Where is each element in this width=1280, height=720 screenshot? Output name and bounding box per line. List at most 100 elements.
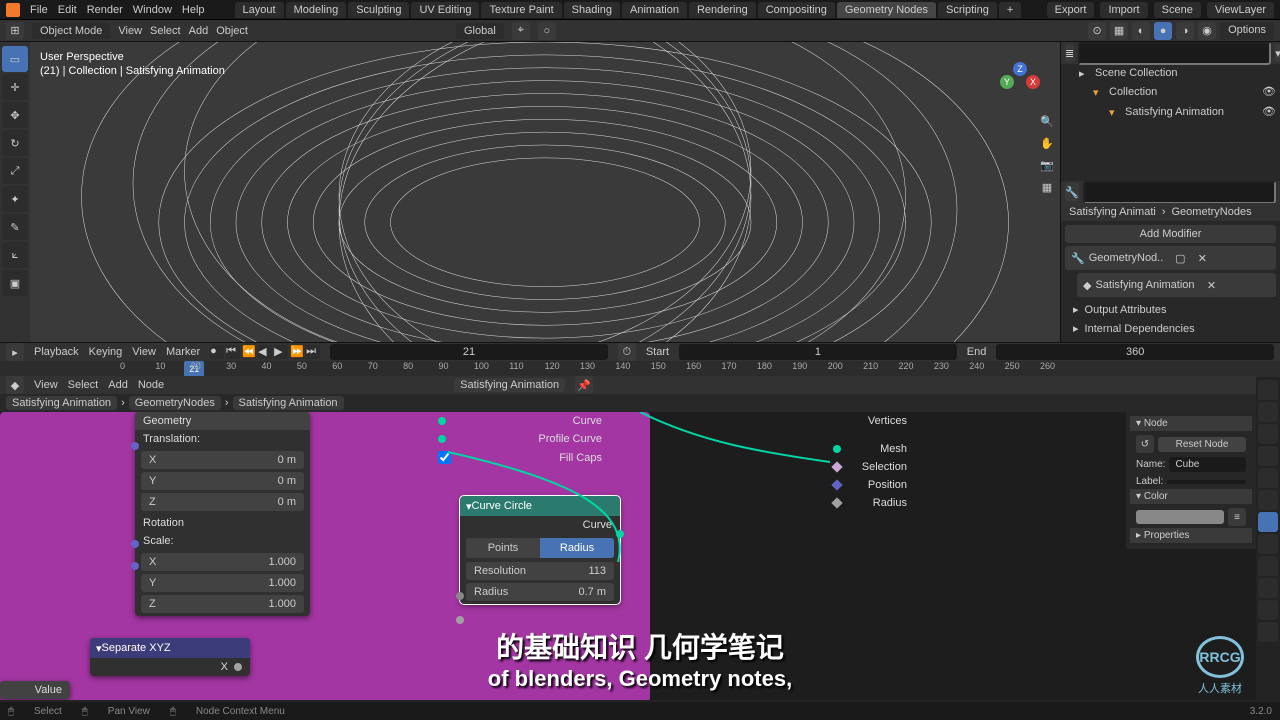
pin-icon[interactable]: 📌 <box>575 376 593 394</box>
ws-texpaint[interactable]: Texture Paint <box>481 2 561 18</box>
node-value[interactable]: Value <box>0 681 70 699</box>
zoom-icon[interactable]: 🔍 <box>1038 112 1056 130</box>
ws-animation[interactable]: Animation <box>622 2 687 18</box>
add-modifier-button[interactable]: Add Modifier <box>1065 225 1276 243</box>
outliner-collection[interactable]: ▾ Collection 👁 <box>1061 82 1280 102</box>
editor-type-icon[interactable]: ⊞ <box>6 22 24 40</box>
menu-help[interactable]: Help <box>182 4 205 16</box>
translation-x-field[interactable]: X0 m <box>141 451 304 469</box>
ne-nodegroup-field[interactable]: Satisfying Animation <box>454 378 565 392</box>
node-name-field[interactable]: Cube <box>1169 457 1246 472</box>
socket-translation[interactable] <box>131 442 139 450</box>
socket-radius-in[interactable] <box>831 497 842 508</box>
fill-caps-checkbox[interactable] <box>438 451 451 464</box>
socket-curve-out[interactable] <box>616 530 624 538</box>
end-frame-field[interactable]: 360 <box>996 344 1274 360</box>
outliner-scene-collection[interactable]: ▸ Scene Collection <box>1061 64 1280 82</box>
ne-crumb-2[interactable]: Satisfying Animation <box>233 396 344 410</box>
tool-measure[interactable]: ⟀ <box>2 242 28 268</box>
translation-z-field[interactable]: Z0 m <box>141 493 304 511</box>
shading-solid-icon[interactable]: ● <box>1154 22 1172 40</box>
breadcrumb-object[interactable]: Satisfying Animati <box>1069 206 1156 218</box>
ne-menu-view[interactable]: View <box>34 379 58 391</box>
ws-modeling[interactable]: Modeling <box>286 2 347 18</box>
tool-add-cube[interactable]: ▣ <box>2 270 28 296</box>
start-frame-field[interactable]: 1 <box>679 344 957 360</box>
ws-geonodes[interactable]: Geometry Nodes <box>837 2 936 18</box>
tool-rotate[interactable]: ↻ <box>2 130 28 156</box>
prop-tab-render[interactable] <box>1258 380 1278 400</box>
play-icon[interactable]: ▶ <box>274 345 288 359</box>
node-label-field[interactable] <box>1167 480 1246 484</box>
node-separate-xyz[interactable]: ▾Separate XYZ X <box>90 638 250 676</box>
modifier-nodegroup[interactable]: ◆ Satisfying Animation ✕ <box>1077 273 1276 297</box>
outliner-type-icon[interactable]: ≣ <box>1065 44 1074 62</box>
node-transform[interactable]: Geometry Translation: X0 m Y0 m Z0 m Rot… <box>135 412 310 616</box>
filter-icon[interactable]: ▾ <box>1275 44 1280 62</box>
socket-resolution[interactable] <box>456 592 464 600</box>
vp-menu-view[interactable]: View <box>118 25 142 37</box>
breadcrumb-modifier[interactable]: GeometryNodes <box>1172 206 1252 218</box>
ws-scripting[interactable]: Scripting <box>938 2 997 18</box>
axis-x-icon[interactable]: X <box>1026 75 1040 89</box>
prop-tab-object[interactable] <box>1258 490 1278 510</box>
jump-start-icon[interactable]: ⏮ <box>226 345 240 359</box>
tl-marker[interactable]: Marker <box>166 346 200 358</box>
points-mode-button[interactable]: Points <box>466 538 540 558</box>
timeline-type-icon[interactable]: ▸ <box>6 343 24 361</box>
prop-tab-data[interactable] <box>1258 600 1278 620</box>
prop-tab-modifier[interactable] <box>1258 512 1278 532</box>
tool-scale[interactable]: ⤢ <box>2 158 28 184</box>
ws-uv[interactable]: UV Editing <box>411 2 479 18</box>
snap-icon[interactable]: ⌖ <box>512 22 530 40</box>
vp-menu-add[interactable]: Add <box>189 25 209 37</box>
hand-icon[interactable]: ✋ <box>1038 134 1056 152</box>
outliner-object[interactable]: ▾ Satisfying Animation 👁 <box>1061 102 1280 122</box>
ws-sculpting[interactable]: Sculpting <box>348 2 409 18</box>
tool-transform[interactable]: ✦ <box>2 186 28 212</box>
nsp-header-node[interactable]: ▾ Node <box>1130 416 1252 431</box>
scale-x-field[interactable]: X1.000 <box>141 553 304 571</box>
shading-wireframe-icon[interactable]: ◐ <box>1132 22 1150 40</box>
nsp-header-color[interactable]: ▾ Color <box>1130 489 1252 504</box>
ne-crumb-0[interactable]: Satisfying Animation <box>6 396 117 410</box>
next-key-icon[interactable]: ⏩ <box>290 345 304 359</box>
options-dropdown[interactable]: Options <box>1220 22 1274 40</box>
3d-viewport[interactable]: User Perspective (21) | Collection | Sat… <box>30 42 1060 342</box>
radius-mode-button[interactable]: Radius <box>540 538 614 558</box>
autokey-icon[interactable]: ● <box>210 345 224 359</box>
prop-tab-output[interactable] <box>1258 402 1278 422</box>
socket-scale[interactable] <box>131 562 139 570</box>
socket-profile-in[interactable] <box>438 435 446 443</box>
axis-y-icon[interactable]: Y <box>1000 75 1014 89</box>
object-visibility-icon[interactable]: 👁 <box>1262 105 1276 119</box>
blender-logo-icon[interactable] <box>6 3 20 17</box>
nodegroup-close-icon[interactable]: ✕ <box>1203 276 1221 294</box>
resolution-field[interactable]: Resolution113 <box>466 562 614 580</box>
current-frame-field[interactable]: 21 <box>330 344 608 360</box>
axis-z-icon[interactable]: Z <box>1013 62 1027 76</box>
jump-end-icon[interactable]: ⏭ <box>306 345 320 359</box>
prop-tab-viewlayer[interactable] <box>1258 424 1278 444</box>
persp-toggle-icon[interactable]: ▦ <box>1038 178 1056 196</box>
modifier-geonodes[interactable]: 🔧 GeometryNod.. ▢ ✕ <box>1065 246 1276 270</box>
tool-annotate[interactable]: ✎ <box>2 214 28 240</box>
node-curve-to-mesh[interactable]: Curve Profile Curve Fill Caps <box>430 412 610 467</box>
props-search[interactable] <box>1083 181 1276 204</box>
import-button[interactable]: Import <box>1100 2 1147 18</box>
ws-shading[interactable]: Shading <box>564 2 620 18</box>
orientation-dropdown[interactable]: Global <box>456 23 504 39</box>
ws-compositing[interactable]: Compositing <box>758 2 835 18</box>
tool-move[interactable]: ✥ <box>2 102 28 128</box>
socket-selection[interactable] <box>831 461 842 472</box>
mod-toggle-icon[interactable]: ▢ <box>1171 249 1189 267</box>
tl-view[interactable]: View <box>132 346 156 358</box>
mode-dropdown[interactable]: Object Mode <box>32 23 110 39</box>
socket-rotation[interactable] <box>131 540 139 548</box>
viewlayer-dropdown[interactable]: ViewLayer <box>1207 2 1274 18</box>
xray-icon[interactable]: ▦ <box>1110 22 1128 40</box>
collection-visibility-icon[interactable]: 👁 <box>1262 85 1276 99</box>
vp-menu-select[interactable]: Select <box>150 25 181 37</box>
menu-window[interactable]: Window <box>133 4 172 16</box>
menu-edit[interactable]: Edit <box>58 4 77 16</box>
